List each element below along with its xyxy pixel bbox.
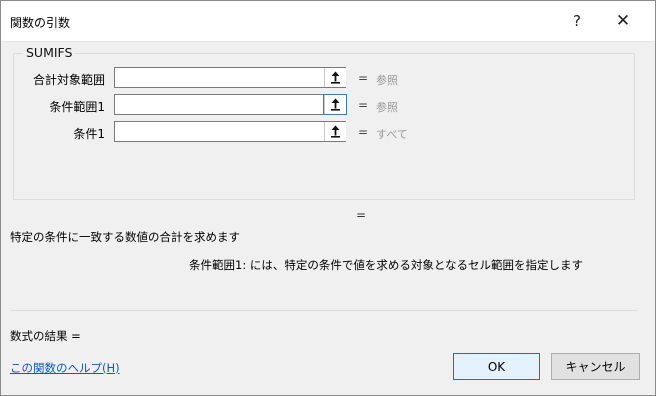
dialog-title: 関数の引数 [10,16,71,30]
arg-label-criteria-range1: 条件範囲1 [49,100,105,114]
argument-description: 条件範囲1: には、特定の条件で値を求める対象となるセル範囲を指定します [189,258,583,272]
function-help-link[interactable]: この関数のヘルプ(H) [10,360,120,376]
criteria1-input[interactable] [114,121,346,142]
arg-result-criteria1: すべて [376,128,408,141]
collapse-dialog-button[interactable] [323,94,347,115]
criteria-range1-input[interactable] [114,94,346,115]
collapse-dialog-icon [331,125,340,138]
cancel-button[interactable]: キャンセル [551,353,640,380]
title-bar: 関数の引数 ? ✕ [1,1,655,42]
function-name: SUMIFS [23,45,76,60]
close-button[interactable]: ✕ [603,5,643,37]
formula-result-label: 数式の結果 = [10,329,81,343]
sum-range-input[interactable] [114,67,346,88]
collapse-dialog-icon [331,71,340,84]
arg-equals: = [358,98,369,112]
ok-button[interactable]: OK [453,353,540,380]
divider [11,310,637,311]
help-button[interactable]: ? [557,5,597,37]
function-result-equals: = [356,208,367,222]
collapse-dialog-button[interactable] [324,122,346,141]
arg-result-criteria-range1: 参照 [376,101,398,114]
collapse-dialog-button[interactable] [324,68,346,87]
collapse-dialog-icon [331,98,340,111]
arg-label-criteria1: 条件1 [73,127,105,141]
arg-equals: = [358,125,369,139]
function-arguments-dialog: 関数の引数 ? ✕ SUMIFS 合計対象範囲 = 参照 条件範囲1 = 参照 … [0,0,656,396]
arg-equals: = [358,71,369,85]
arg-result-sum-range: 参照 [376,74,398,87]
function-description: 特定の条件に一致する数値の合計を求めます [10,230,240,244]
arg-label-sum-range: 合計対象範囲 [32,73,105,87]
